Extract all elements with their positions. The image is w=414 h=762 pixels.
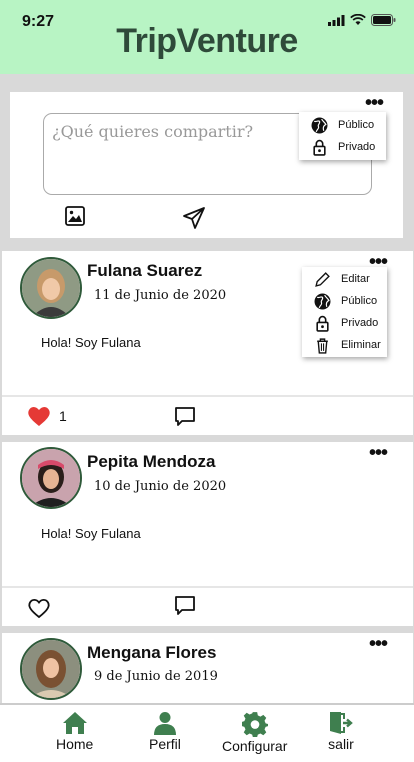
avatar[interactable]	[20, 638, 82, 700]
image-icon[interactable]	[65, 206, 85, 226]
nav-home[interactable]: Home	[56, 711, 93, 752]
visibility-menu: Público Privado	[299, 112, 386, 160]
exit-icon	[330, 712, 353, 734]
globe-icon	[314, 293, 331, 309]
post-divider	[2, 586, 413, 588]
post-card: Pepita Mendoza 10 de Junio de 2020 Hola!…	[2, 442, 413, 626]
post-composer: ¿Qué quieres compartir? ••• Público Priv…	[10, 92, 403, 238]
comment-icon[interactable]	[174, 595, 196, 616]
nav-settings[interactable]: Configurar	[222, 711, 287, 754]
post-options-menu: Editar Público Privado Eliminar	[302, 267, 387, 357]
home-icon	[62, 712, 87, 734]
lock-icon	[316, 315, 329, 332]
trash-icon	[317, 337, 328, 354]
post-date: 9 de Junio de 2019	[94, 669, 218, 684]
app-header: 9:27 TripVenture	[0, 0, 414, 74]
post-card: Fulana Suarez 11 de Junio de 2020 Hola! …	[2, 251, 413, 435]
menu-item-private[interactable]: Privado	[302, 312, 387, 334]
menu-item-private[interactable]: Privado	[299, 136, 386, 158]
post-date: 11 de Junio de 2020	[94, 288, 227, 303]
post-more-button[interactable]: •••	[369, 634, 388, 654]
avatar[interactable]	[20, 447, 82, 509]
post-text: Hola! Soy Fulana	[41, 526, 141, 541]
composer-more-button[interactable]: •••	[365, 93, 384, 113]
menu-item-edit[interactable]: Editar	[302, 268, 387, 290]
post-text: Hola! Soy Fulana	[41, 335, 141, 350]
post-card: Mengana Flores 9 de Junio de 2019 •••	[2, 633, 413, 703]
app-title: TripVenture	[116, 22, 298, 60]
pencil-icon	[315, 271, 330, 287]
send-icon[interactable]	[182, 206, 206, 230]
menu-item-public[interactable]: Público	[302, 290, 387, 312]
bottom-nav: Home Perfil Configurar salir	[0, 703, 414, 762]
user-icon	[153, 712, 176, 735]
heart-outline-icon[interactable]	[27, 597, 51, 619]
post-date: 10 de Junio de 2020	[94, 479, 227, 494]
nav-profile[interactable]: Perfil	[149, 711, 181, 752]
post-divider	[2, 395, 413, 397]
post-author[interactable]: Pepita Mendoza	[87, 452, 215, 472]
post-more-button[interactable]: •••	[369, 252, 388, 272]
globe-icon	[311, 117, 328, 133]
heart-filled-icon[interactable]	[27, 405, 51, 427]
comment-icon[interactable]	[174, 406, 196, 427]
composer-placeholder: ¿Qué quieres compartir?	[52, 122, 254, 141]
avatar[interactable]	[20, 257, 82, 319]
post-more-button[interactable]: •••	[369, 443, 388, 463]
post-author[interactable]: Mengana Flores	[87, 643, 216, 663]
post-author[interactable]: Fulana Suarez	[87, 261, 202, 281]
gear-icon	[241, 712, 268, 737]
menu-item-delete[interactable]: Eliminar	[302, 334, 387, 356]
nav-logout[interactable]: salir	[328, 711, 354, 752]
lock-icon	[313, 139, 326, 156]
like-count: 1	[59, 408, 67, 424]
menu-item-public[interactable]: Público	[299, 114, 386, 136]
